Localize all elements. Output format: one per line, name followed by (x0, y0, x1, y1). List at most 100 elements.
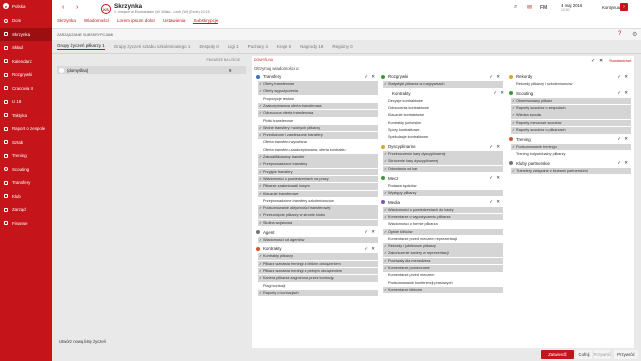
subscription-option[interactable]: Trening indywidualny piłkarzy (511, 151, 631, 158)
subscription-option[interactable]: Plagi kontuzji (258, 283, 378, 290)
subscription-option[interactable]: Opinie kibiców (383, 228, 503, 235)
undo-button[interactable]: Cofnij (576, 350, 592, 359)
subscription-option[interactable]: Oferty transferowe (258, 81, 378, 88)
category-check-icon[interactable]: ✓ (364, 74, 368, 80)
subscription-option[interactable]: Oferta transferu wycofana (258, 139, 378, 146)
subscription-option[interactable]: Propozycje testów (258, 96, 378, 103)
subscription-option[interactable]: Komentarze kibiców (383, 286, 503, 294)
subscription-option[interactable]: Skrócenie kary dyscyplinarnej (383, 158, 503, 165)
subscription-option[interactable]: Podawa sędziów (383, 183, 503, 190)
tab-0[interactable]: Skrzynka (57, 18, 76, 24)
sidebar-item[interactable]: Rozgrywki (0, 68, 52, 81)
category-clear-icon[interactable]: ✕ (371, 229, 375, 235)
back-button[interactable]: ‹ (62, 4, 64, 12)
sidebar-item[interactable]: Dom (0, 14, 52, 27)
mail-icon[interactable]: ✉ (527, 4, 532, 11)
subscription-option[interactable]: Wiadomości o powiedzeniach do kadry (383, 206, 503, 214)
subscription-option[interactable]: Plotki transferowe (258, 118, 378, 125)
sidebar-item[interactable]: Cracovia II (0, 82, 52, 95)
category-header[interactable]: Media ✓ ✕ (379, 199, 503, 206)
continue-label[interactable]: Kontynuuj (602, 5, 621, 10)
category-clear-icon[interactable]: ✕ (371, 74, 375, 80)
restore-defaults-link[interactable]: Standardowe (609, 59, 631, 63)
category-check-icon[interactable]: ✓ (617, 136, 621, 142)
subscription-option[interactable]: Komentarze przed meczem (383, 272, 503, 279)
category-header[interactable]: Kontrakty ✓ ✕ (383, 90, 507, 97)
subscription-option[interactable]: Podsumowanie konferencji prasowych (383, 280, 503, 287)
tab-4[interactable]: Subskrypcje (193, 18, 219, 24)
category-header[interactable]: Transfery ✓ ✕ (254, 73, 378, 80)
category-header[interactable]: Rozgrywki ✓ ✕ (379, 73, 503, 80)
subscription-option[interactable]: Klauzule kontraktowe (383, 112, 503, 119)
subscription-option[interactable]: Wiadomości o formie piłkarza (383, 221, 503, 228)
subscription-option[interactable]: Rekordy piłkarzy i szkoleniowców (511, 81, 631, 88)
subscription-option[interactable]: Wiedza scouta (511, 112, 631, 119)
deselect-all-icon[interactable]: ✕ (599, 58, 603, 64)
subscription-option[interactable]: Przedłużone i zawieszone transfery (258, 132, 378, 139)
confirm-button[interactable]: Zatwierdź (541, 350, 574, 359)
category-check-icon[interactable]: ✓ (364, 229, 368, 235)
select-all-icon[interactable]: ✓ (591, 58, 595, 64)
subscription-option[interactable]: Przesunięcie piłkarzy w stronie klubu (258, 212, 378, 219)
sidebar-item[interactable]: Skład (0, 41, 52, 54)
restore-button[interactable]: Przywróć (614, 350, 638, 359)
category-header[interactable]: Agent ✓ ✕ (254, 229, 378, 236)
sidebar-item[interactable]: Sztab (0, 136, 52, 149)
gear-icon[interactable]: ⚙ (632, 31, 637, 38)
forward-button[interactable]: › (76, 4, 78, 12)
subscription-option[interactable]: Odwołania od kar (383, 165, 503, 173)
subscription-option[interactable]: Zaakceptowana oferta transferowa (258, 102, 378, 110)
subscription-option[interactable]: Transfery związane z klubami partnerskim… (511, 167, 631, 175)
subscription-option[interactable]: Kontrakty piłkarzy (258, 253, 378, 260)
sidebar-item[interactable]: Zarząd (0, 203, 52, 216)
subscription-option[interactable]: Przekroczenie kary dyscyplinarnej (383, 151, 503, 158)
category-check-icon[interactable]: ✓ (617, 90, 621, 96)
subscription-option[interactable]: Komentarze pomeczowe (383, 265, 503, 272)
category-clear-icon[interactable]: ✕ (624, 90, 628, 96)
subtab-7[interactable]: Regiony 0 (332, 44, 352, 49)
subscription-option[interactable]: Raporty scoutów o piłkarzach (511, 127, 631, 134)
category-header[interactable]: Rekordy ✓ ✕ (507, 73, 631, 80)
subscription-option[interactable]: Odrzucenia kontraktowe (383, 105, 503, 112)
subscription-option[interactable]: Kariera piłkarza zagrożona przez kontuzj… (258, 275, 378, 282)
sidebar-item[interactable]: Kalendarz (0, 55, 52, 68)
subscription-option[interactable]: Obserwowany piłkarz (511, 97, 631, 105)
new-group-button[interactable]: Utwórz nową listę życzeń (59, 339, 106, 344)
subtab-2[interactable]: Zespoły 0 (199, 44, 219, 49)
tab-1[interactable]: Wiadomości (84, 18, 109, 24)
help-icon[interactable]: ? (618, 31, 621, 37)
subscription-option[interactable]: Klauzule transferowe (258, 190, 378, 197)
subscription-option[interactable]: Wolne transfery i wolnych piłkarzy (258, 124, 378, 132)
category-clear-icon[interactable]: ✕ (624, 160, 628, 166)
subscription-option[interactable]: Wiadomości od agentów (258, 236, 378, 243)
category-check-icon[interactable]: ✓ (489, 144, 493, 150)
subscription-option[interactable]: Statystyki piłkarza w rozgrywkach (383, 81, 503, 88)
continue-button[interactable]: › (620, 3, 628, 11)
sidebar-item[interactable]: Scouting (0, 163, 52, 176)
reset-button[interactable]: Przywróć (594, 350, 611, 359)
subscription-option[interactable]: Przeprowadzone transfery (258, 161, 378, 168)
sidebar-item[interactable]: Klub (0, 190, 52, 203)
subtab-4[interactable]: Puchary 4 (248, 44, 268, 49)
subscription-option[interactable]: Decyzje kontraktowe (383, 98, 503, 105)
category-clear-icon[interactable]: ✕ (496, 74, 500, 80)
category-check-icon[interactable]: ✓ (489, 74, 493, 80)
subscription-option[interactable]: Występy piłkarzy (383, 189, 503, 197)
subscription-option[interactable]: Piłkarz wznawia treningi z pełnym obciąż… (258, 267, 378, 275)
category-header[interactable]: Kluby partnerskie ✓ ✕ (507, 160, 631, 167)
subscription-option[interactable]: Spekulacje kontraktowe (383, 134, 503, 141)
subscription-option[interactable]: Przyjęte transfery (258, 168, 378, 176)
subscription-option[interactable]: Pochwały dla menedżera (383, 257, 503, 265)
subscription-option[interactable]: Przeprowadzone transfery szkoleniowców (258, 198, 378, 205)
category-check-icon[interactable]: ✓ (617, 160, 621, 166)
subscription-option[interactable]: Spory kontraktowe (383, 127, 503, 134)
subscription-option[interactable]: Zakwalifikowany transfer (258, 154, 378, 161)
subscription-option[interactable]: Kontrakty juniorskie (383, 120, 503, 127)
subscription-option[interactable]: Odrzucona oferta transferowa (258, 110, 378, 117)
category-clear-icon[interactable]: ✕ (624, 74, 628, 80)
subscription-option[interactable]: Oferta transferu zaakceptowana, oferta k… (258, 147, 378, 154)
category-check-icon[interactable]: ✓ (493, 90, 497, 96)
category-clear-icon[interactable]: ✕ (371, 246, 375, 252)
subscription-option[interactable]: Wiadomości o powiedzeniach na pracy (258, 175, 378, 183)
category-check-icon[interactable]: ✓ (364, 246, 368, 252)
